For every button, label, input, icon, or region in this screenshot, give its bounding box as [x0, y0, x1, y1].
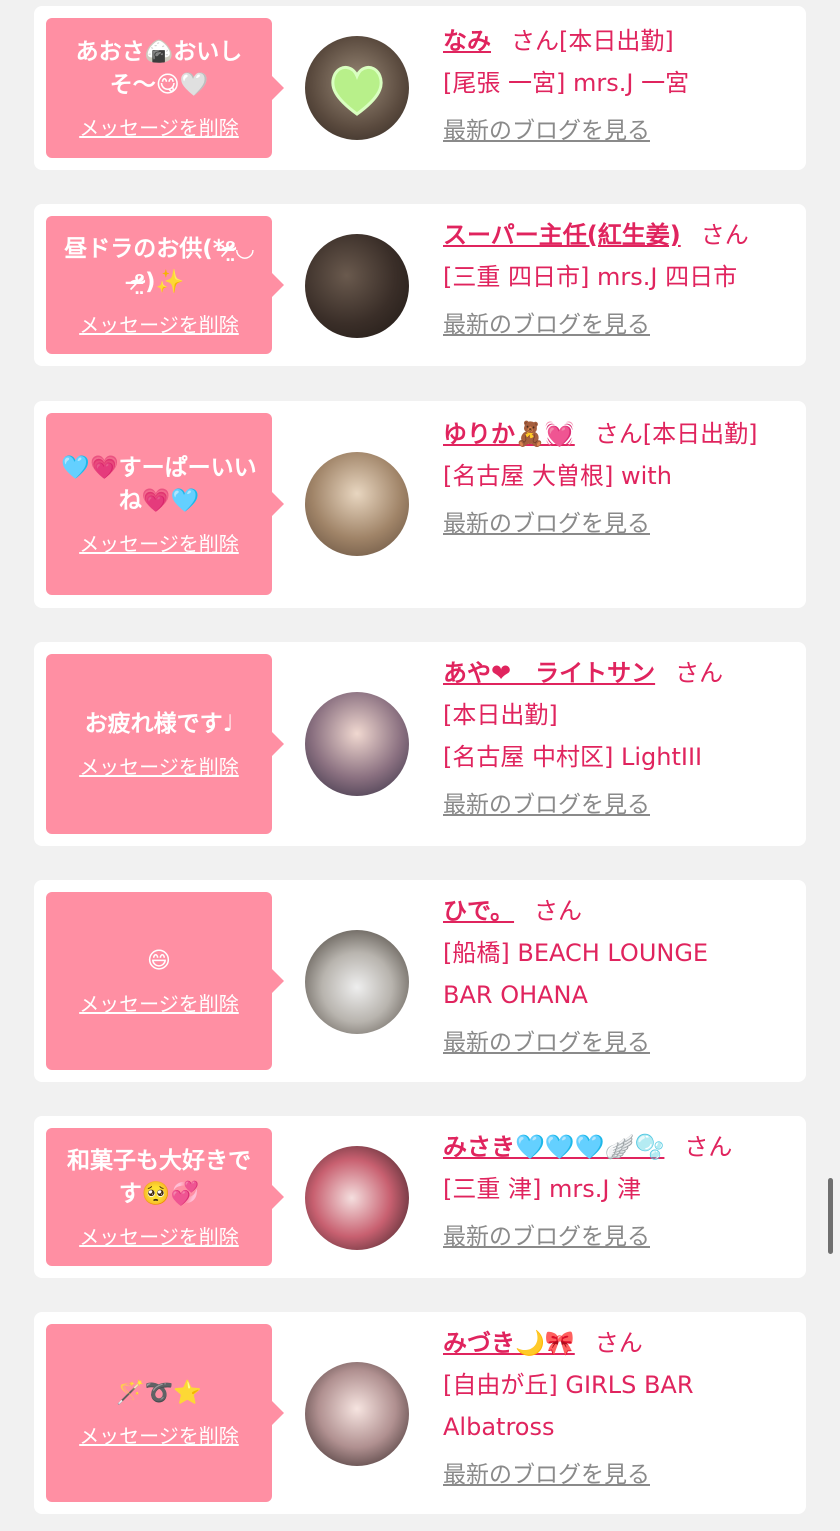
message-card: 🩵💗すーぱーいいね💗🩵 メッセージを削除 ゆりか🧸💓 さん[本日出勤] [名古屋 … [34, 401, 806, 608]
profile-name-link[interactable]: スーパー主任(紅生姜) [443, 221, 681, 249]
name-suffix: さん [534, 897, 583, 925]
name-line: なみ さん[本日出勤] [443, 20, 793, 62]
message-bubble: お疲れ様です♩ メッセージを削除 [46, 654, 284, 834]
name-line: みさき🩵🩵🩵🪽🫧 さん [443, 1126, 793, 1168]
avatar[interactable] [305, 930, 409, 1034]
message-bubble: 🪄➰⭐️ メッセージを削除 [46, 1324, 284, 1502]
name-suffix: さん[本日出勤] [594, 420, 758, 448]
profile-name-link[interactable]: なみ [443, 27, 491, 55]
latest-blog-link[interactable]: 最新のブログを見る [443, 110, 650, 152]
store-line-2: BAR OHANA [443, 981, 588, 1009]
store-line: [名古屋 中村区] LightIII [443, 743, 703, 771]
name-line: みづき🌙🎀 さん [443, 1322, 793, 1364]
profile-name-link[interactable]: ゆりか🧸💓 [443, 420, 575, 448]
store-line: [三重 津] mrs.J 津 [443, 1175, 642, 1203]
name-suffix: さん [675, 659, 724, 687]
avatar[interactable] [305, 1146, 409, 1250]
store-line: [自由が丘] GIRLS BAR [443, 1371, 694, 1399]
green-heart-icon [331, 66, 383, 116]
profile-info: みづき🌙🎀 さん [自由が丘] GIRLS BAR Albatross 最新のブロ… [443, 1322, 793, 1496]
latest-blog-link[interactable]: 最新のブログを見る [443, 784, 650, 826]
delete-message-link[interactable]: メッセージを削除 [79, 751, 239, 780]
message-card: 和菓子も大好きです🥺💞 メッセージを削除 みさき🩵🩵🩵🪽🫧 さん [三重 津] m… [34, 1116, 806, 1278]
profile-info: ひで。 さん [船橋] BEACH LOUNGE BAR OHANA 最新のブログ… [443, 890, 793, 1064]
name-line: スーパー主任(紅生姜) さん [443, 214, 793, 256]
store-line: [名古屋 大曽根] with [443, 462, 672, 490]
store-line: [船橋] BEACH LOUNGE [443, 939, 709, 967]
message-bubble: 昼ドラのお供(*ᵒ̴̶̷̤◡ᵒ̴̶̷̤)✨ メッセージを削除 [46, 216, 284, 354]
message-card: 昼ドラのお供(*ᵒ̴̶̷̤◡ᵒ̴̶̷̤)✨ メッセージを削除 スーパー主任(紅生… [34, 204, 806, 366]
profile-info: あや❤︎ ライトサン さん [本日出勤] [名古屋 中村区] LightIII 最… [443, 652, 793, 826]
delete-message-link[interactable]: メッセージを削除 [79, 528, 239, 557]
latest-blog-link[interactable]: 最新のブログを見る [443, 1216, 650, 1258]
avatar[interactable] [305, 692, 409, 796]
message-bubble: 和菓子も大好きです🥺💞 メッセージを削除 [46, 1128, 284, 1266]
message-text: お疲れ様です♩ [84, 711, 234, 737]
profile-name-link[interactable]: あや❤︎ ライトサン [443, 659, 655, 687]
name-suffix: さん [684, 1133, 733, 1161]
store-line: [三重 四日市] mrs.J 四日市 [443, 263, 738, 291]
profile-info: スーパー主任(紅生姜) さん [三重 四日市] mrs.J 四日市 最新のブログを… [443, 214, 793, 346]
delete-message-link[interactable]: メッセージを削除 [79, 309, 239, 338]
store-line: [尾張 一宮] mrs.J 一宮 [443, 69, 690, 97]
profile-info: なみ さん[本日出勤] [尾張 一宮] mrs.J 一宮 最新のブログを見る [443, 20, 793, 152]
name-suffix: さん [594, 1329, 643, 1357]
avatar[interactable] [305, 452, 409, 556]
message-text: あおさ🍙おいしそ〜😋🤍 [75, 38, 243, 98]
profile-info: ゆりか🧸💓 さん[本日出勤] [名古屋 大曽根] with 最新のブログを見る [443, 413, 793, 545]
latest-blog-link[interactable]: 最新のブログを見る [443, 503, 650, 545]
avatar[interactable] [305, 234, 409, 338]
name-line: ゆりか🧸💓 さん[本日出勤] [443, 413, 793, 455]
latest-blog-link[interactable]: 最新のブログを見る [443, 1022, 650, 1064]
status-line: [本日出勤] [443, 701, 558, 729]
name-suffix: さん [700, 221, 749, 249]
message-card: お疲れ様です♩ メッセージを削除 あや❤︎ ライトサン さん [本日出勤] [名古… [34, 642, 806, 846]
name-line: あや❤︎ ライトサン さん [443, 652, 793, 694]
name-suffix: さん[本日出勤] [511, 27, 674, 55]
message-text: 🪄➰⭐️ [116, 1380, 202, 1406]
message-card: 🪄➰⭐️ メッセージを削除 みづき🌙🎀 さん [自由が丘] GIRLS BAR A… [34, 1312, 806, 1514]
message-card: 😄 メッセージを削除 ひで。 さん [船橋] BEACH LOUNGE BAR O… [34, 880, 806, 1082]
profile-name-link[interactable]: みづき🌙🎀 [443, 1329, 575, 1357]
avatar[interactable] [305, 36, 409, 140]
profile-name-link[interactable]: みさき🩵🩵🩵🪽🫧 [443, 1133, 664, 1161]
message-text: 和菓子も大好きです🥺💞 [67, 1147, 251, 1207]
store-line-2: Albatross [443, 1413, 555, 1441]
delete-message-link[interactable]: メッセージを削除 [79, 1420, 239, 1449]
message-text: 😄 [147, 948, 171, 974]
message-bubble: あおさ🍙おいしそ〜😋🤍 メッセージを削除 [46, 18, 284, 158]
delete-message-link[interactable]: メッセージを削除 [79, 988, 239, 1017]
profile-name-link[interactable]: ひで。 [443, 897, 514, 925]
message-bubble: 😄 メッセージを削除 [46, 892, 284, 1070]
message-card: あおさ🍙おいしそ〜😋🤍 メッセージを削除 なみ さん[本日出勤] [尾張 一宮] … [34, 6, 806, 170]
message-text: 🩵💗すーぱーいいね💗🩵 [61, 454, 257, 514]
scrollbar[interactable] [828, 1178, 833, 1254]
profile-info: みさき🩵🩵🩵🪽🫧 さん [三重 津] mrs.J 津 最新のブログを見る [443, 1126, 793, 1258]
avatar[interactable] [305, 1362, 409, 1466]
delete-message-link[interactable]: メッセージを削除 [79, 112, 239, 141]
latest-blog-link[interactable]: 最新のブログを見る [443, 304, 650, 346]
message-bubble: 🩵💗すーぱーいいね💗🩵 メッセージを削除 [46, 413, 284, 595]
latest-blog-link[interactable]: 最新のブログを見る [443, 1454, 650, 1496]
message-text: 昼ドラのお供(*ᵒ̴̶̷̤◡ᵒ̴̶̷̤)✨ [64, 235, 254, 295]
delete-message-link[interactable]: メッセージを削除 [79, 1221, 239, 1250]
name-line: ひで。 さん [443, 890, 793, 932]
